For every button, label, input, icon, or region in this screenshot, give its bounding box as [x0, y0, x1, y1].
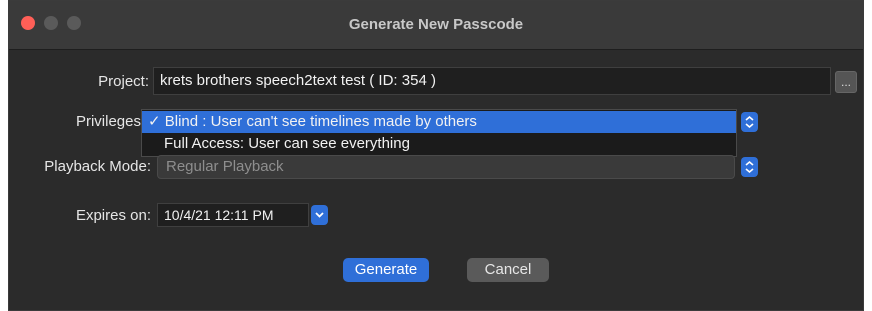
chevron-down-icon — [315, 212, 324, 218]
updown-chevron-icon — [745, 115, 754, 129]
privileges-label: Privileges — [75, 113, 141, 130]
privileges-dropdown-menu: ✓ Blind : User can't see timelines made … — [141, 109, 737, 157]
expires-datetime-picker-button[interactable] — [311, 205, 328, 225]
window-title: Generate New Passcode — [348, 16, 524, 33]
privileges-option-full-access[interactable]: Full Access: User can see everything — [142, 133, 736, 155]
playback-mode-select[interactable]: Regular Playback — [157, 155, 735, 179]
updown-chevron-icon — [745, 160, 754, 174]
project-field[interactable]: krets brothers speech2text test ( ID: 35… — [153, 67, 831, 95]
project-browse-button[interactable]: ... — [835, 71, 857, 93]
checkmark-icon: ✓ — [148, 113, 161, 130]
playback-mode-label: Playback Mode: — [44, 158, 151, 175]
project-label: Project: — [98, 73, 149, 90]
privileges-stepper[interactable] — [741, 112, 758, 132]
expires-on-label: Expires on: — [75, 207, 151, 224]
title-bar: Generate New Passcode — [9, 1, 863, 50]
generate-button[interactable]: Generate — [343, 258, 429, 282]
privileges-option-blind[interactable]: ✓ Blind : User can't see timelines made … — [142, 111, 736, 133]
playback-mode-stepper[interactable] — [741, 157, 758, 177]
privileges-option-blind-label: Blind : User can't see timelines made by… — [164, 113, 477, 130]
cancel-button[interactable]: Cancel — [467, 258, 549, 282]
privileges-option-full-access-label: Full Access: User can see everything — [164, 135, 410, 152]
generate-passcode-dialog: Generate New Passcode Project: krets bro… — [8, 0, 864, 311]
expires-datetime-field[interactable]: 10/4/21 12:11 PM — [157, 203, 309, 227]
